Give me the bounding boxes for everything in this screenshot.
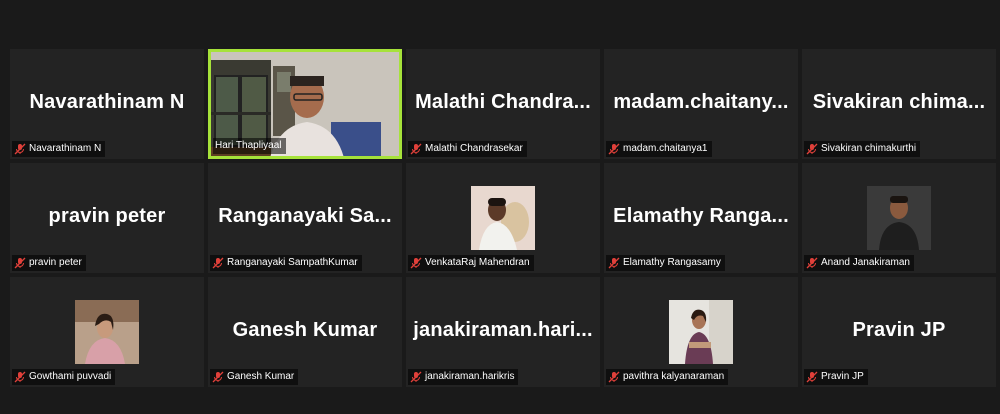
- participant-label-text: Navarathinam N: [29, 143, 102, 154]
- participant-label: madam.chaitanya1: [606, 141, 712, 157]
- muted-mic-icon: [806, 371, 818, 383]
- muted-mic-icon: [806, 143, 818, 155]
- participant-label-text: janakiraman.harikris: [425, 371, 515, 382]
- participant-name-display: Ranganayaki Sa...: [218, 205, 392, 227]
- participant-name-display: Elamathy Ranga...: [613, 205, 789, 227]
- participant-name-display: madam.chaitany...: [613, 91, 789, 113]
- participant-label-text: madam.chaitanya1: [623, 143, 708, 154]
- participant-tile[interactable]: Pravin JP Pravin JP: [802, 277, 996, 387]
- participant-label: Anand Janakiraman: [804, 255, 914, 271]
- muted-mic-icon: [608, 257, 620, 269]
- participant-label: Sivakiran chimakurthi: [804, 141, 921, 157]
- participant-name-display: Pravin JP: [852, 319, 946, 341]
- participant-tile[interactable]: pravin peter pravin peter: [10, 163, 204, 273]
- participant-name-display: Sivakiran chima...: [812, 91, 986, 113]
- participant-label: VenkataRaj Mahendran: [408, 255, 534, 271]
- participant-tile[interactable]: VenkataRaj Mahendran: [406, 163, 600, 273]
- participant-tile-active-speaker[interactable]: Hari Thapliyaal: [208, 49, 402, 159]
- participant-label: Hari Thapliyaal: [213, 138, 286, 154]
- participant-label: Gowthami puvvadi: [12, 369, 116, 385]
- participant-label-text: pravin peter: [29, 257, 82, 268]
- participant-name-display: Malathi Chandra...: [415, 91, 591, 113]
- participant-tile[interactable]: Malathi Chandra... Malathi Chandrasekar: [406, 49, 600, 159]
- participant-label: Navarathinam N: [12, 141, 106, 157]
- participant-label-text: pavithra kalyanaraman: [623, 371, 725, 382]
- muted-mic-icon: [410, 371, 422, 383]
- participant-tile[interactable]: Ranganayaki Sa... Ranganayaki SampathKum…: [208, 163, 402, 273]
- participant-name-display: Navarathinam N: [29, 91, 185, 113]
- participant-tile[interactable]: janakiraman.hari... janakiraman.harikris: [406, 277, 600, 387]
- participant-label-text: Malathi Chandrasekar: [425, 143, 523, 154]
- participant-label: janakiraman.harikris: [408, 369, 519, 385]
- participant-name-display: Ganesh Kumar: [232, 319, 378, 341]
- muted-mic-icon: [14, 257, 26, 269]
- muted-mic-icon: [608, 143, 620, 155]
- muted-mic-icon: [212, 257, 224, 269]
- participant-label-text: Ranganayaki SampathKumar: [227, 257, 358, 268]
- participant-label: pravin peter: [12, 255, 86, 271]
- participant-label-text: Gowthami puvvadi: [29, 371, 112, 382]
- participant-label: Ganesh Kumar: [210, 369, 299, 385]
- muted-mic-icon: [608, 371, 620, 383]
- participant-label-text: Sivakiran chimakurthi: [821, 143, 917, 154]
- muted-mic-icon: [806, 257, 818, 269]
- participant-label-text: Ganesh Kumar: [227, 371, 295, 382]
- participant-tile[interactable]: Navarathinam N Navarathinam N: [10, 49, 204, 159]
- participant-grid: Navarathinam N Navarathinam N Hari Thapl…: [10, 49, 996, 387]
- muted-mic-icon: [212, 371, 224, 383]
- participant-tile[interactable]: madam.chaitany... madam.chaitanya1: [604, 49, 798, 159]
- muted-mic-icon: [410, 257, 422, 269]
- participant-label-text: Elamathy Rangasamy: [623, 257, 721, 268]
- participant-label: Malathi Chandrasekar: [408, 141, 527, 157]
- participant-label: pavithra kalyanaraman: [606, 369, 729, 385]
- participant-label-text: Pravin JP: [821, 371, 864, 382]
- participant-label: Pravin JP: [804, 369, 868, 385]
- participant-label: Ranganayaki SampathKumar: [210, 255, 362, 271]
- participant-tile[interactable]: Elamathy Ranga... Elamathy Rangasamy: [604, 163, 798, 273]
- participant-label-text: Hari Thapliyaal: [215, 140, 282, 151]
- participant-tile[interactable]: pavithra kalyanaraman: [604, 277, 798, 387]
- participant-label: Elamathy Rangasamy: [606, 255, 725, 271]
- participant-label-text: VenkataRaj Mahendran: [425, 257, 530, 268]
- profile-photo: [669, 300, 733, 364]
- muted-mic-icon: [14, 143, 26, 155]
- participant-tile[interactable]: Ganesh Kumar Ganesh Kumar: [208, 277, 402, 387]
- profile-photo: [471, 186, 535, 250]
- participant-tile[interactable]: Sivakiran chima... Sivakiran chimakurthi: [802, 49, 996, 159]
- muted-mic-icon: [14, 371, 26, 383]
- profile-photo: [75, 300, 139, 364]
- participant-name-display: pravin peter: [48, 205, 166, 227]
- participant-name-display: janakiraman.hari...: [413, 319, 593, 341]
- muted-mic-icon: [410, 143, 422, 155]
- profile-photo: [867, 186, 931, 250]
- participant-tile[interactable]: Gowthami puvvadi: [10, 277, 204, 387]
- participant-label-text: Anand Janakiraman: [821, 257, 910, 268]
- participant-tile[interactable]: Anand Janakiraman: [802, 163, 996, 273]
